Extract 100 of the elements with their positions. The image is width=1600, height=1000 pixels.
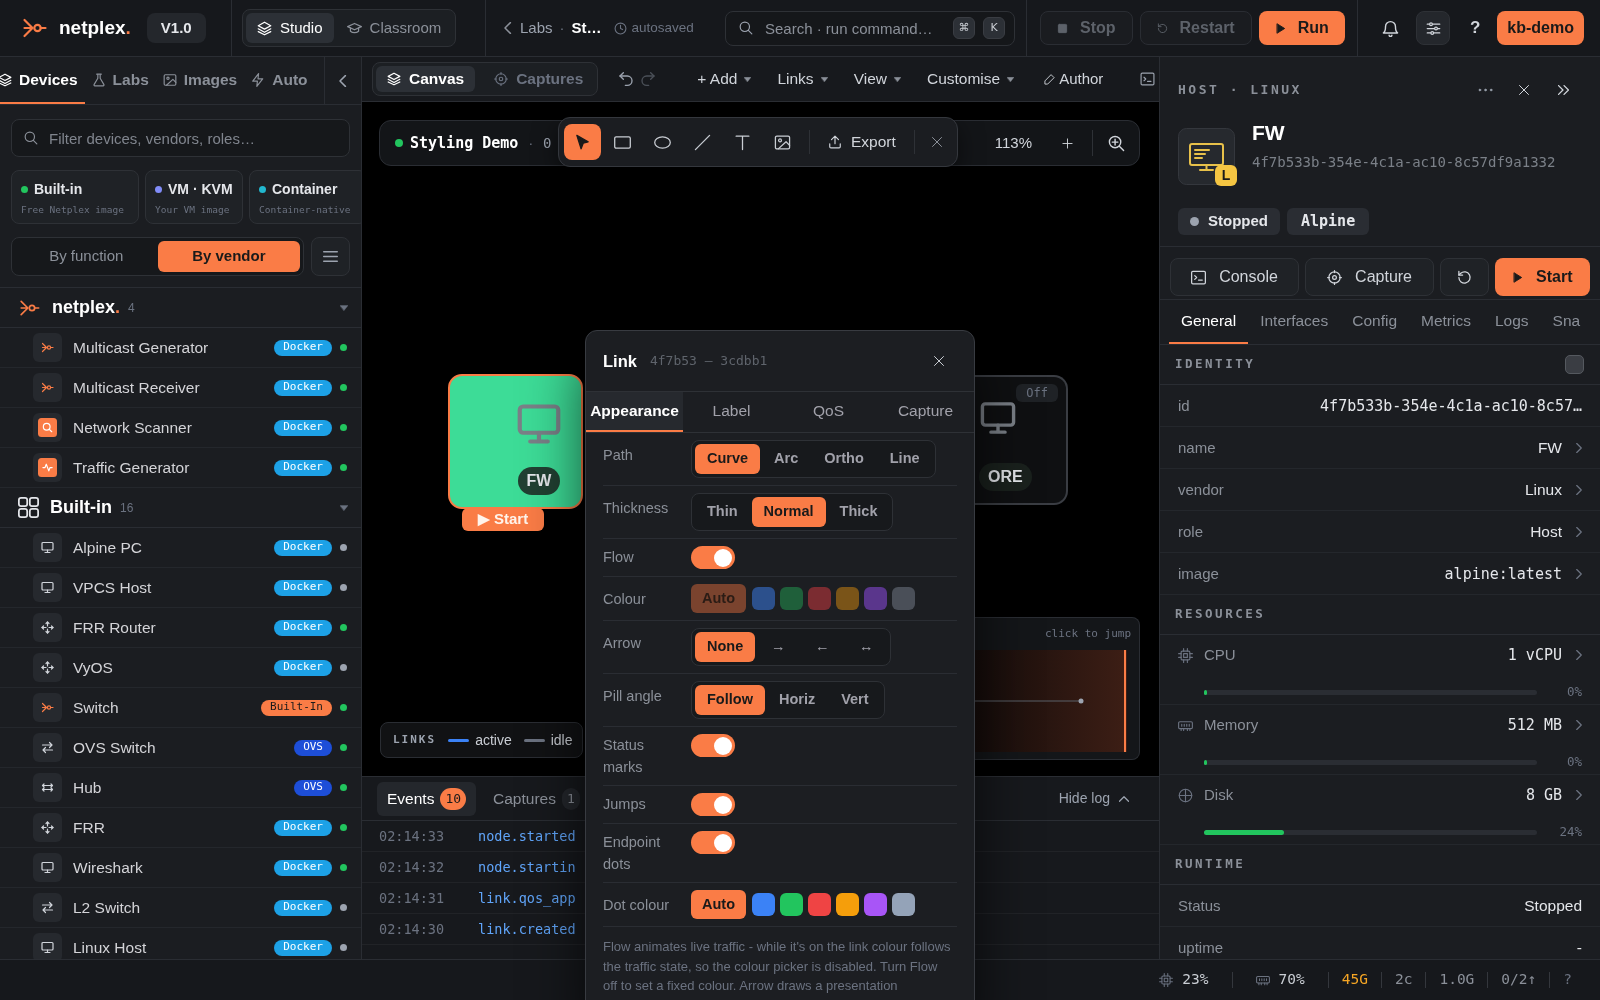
swatch-icon[interactable] (752, 893, 775, 916)
device-node[interactable]: FW (448, 374, 583, 509)
image-source-card[interactable]: Container Container-native (249, 170, 361, 224)
segment-option[interactable]: Arc (762, 444, 811, 474)
device-name[interactable]: Hub (73, 775, 102, 800)
swatch-icon[interactable] (808, 893, 831, 916)
segment-option[interactable]: Horiz (766, 685, 828, 715)
console-button[interactable]: Console (1170, 258, 1300, 296)
device-name[interactable]: VyOS (73, 655, 113, 680)
menu-dropdown[interactable]: + Add (691, 67, 758, 91)
group-name[interactable]: Built-in (50, 494, 112, 521)
device-name[interactable]: Linux Host (73, 935, 147, 959)
account-button[interactable]: kb-demo (1497, 11, 1584, 45)
segment-option[interactable]: Curve (695, 444, 761, 474)
device-name[interactable]: Wireshark (73, 855, 143, 880)
device-name[interactable]: Multicast Receiver (73, 375, 200, 400)
log-tab[interactable]: Events 10 (377, 781, 477, 816)
segment-option[interactable]: Ortho (812, 444, 876, 474)
panel-tab[interactable]: Interfaces (1248, 300, 1341, 344)
group-name[interactable]: netplex. (52, 294, 121, 321)
image-source-card[interactable]: Built-in Free Netplex image (11, 170, 139, 224)
run-button[interactable]: Run (1258, 11, 1345, 45)
property-row[interactable]: role Host (1160, 511, 1600, 553)
menu-button[interactable] (311, 237, 350, 276)
segment-option[interactable]: Follow (695, 685, 765, 715)
sidebar-tab[interactable]: Auto (244, 57, 315, 104)
device-name[interactable]: FRR Router (73, 615, 156, 640)
restart-button[interactable] (1440, 258, 1489, 296)
segment-option[interactable]: Line (877, 444, 932, 474)
swatch-icon[interactable] (892, 893, 915, 916)
panel-tab[interactable]: Metrics (1409, 300, 1483, 344)
device-name[interactable]: VPCS Host (73, 575, 152, 600)
view-tab[interactable]: Canvas (376, 66, 476, 92)
grouping-option[interactable]: By function (15, 241, 158, 272)
device-name[interactable]: Switch (73, 695, 119, 720)
panel-tab[interactable]: Sna (1540, 300, 1593, 344)
menu-dropdown[interactable]: Customise (920, 67, 1021, 91)
auto-colour-button[interactable]: Auto (691, 890, 746, 919)
device-name[interactable]: Alpine PC (73, 535, 142, 560)
hide-log-button[interactable]: Hide log (1058, 788, 1129, 809)
segment-option[interactable]: ← (801, 632, 844, 662)
property-row[interactable]: vendor Linux (1160, 469, 1600, 511)
device-name[interactable]: Traffic Generator (73, 455, 190, 480)
segment-option[interactable]: Thick (827, 497, 890, 527)
settings-button[interactable] (1416, 11, 1450, 45)
resource-value[interactable]: 8 GB (1525, 783, 1562, 807)
segment-option[interactable]: Normal (751, 497, 826, 527)
author-button[interactable]: Author (1044, 67, 1104, 91)
panel-tab[interactable]: General (1169, 300, 1249, 344)
sidebar-tab[interactable]: Labs (84, 57, 156, 104)
segment-option[interactable]: → (757, 632, 800, 662)
grouping-option[interactable]: By vendor (157, 241, 301, 272)
menu-dropdown[interactable]: View (847, 67, 907, 91)
dialog-tab[interactable]: Capture (877, 392, 974, 432)
segment-option[interactable]: Vert (829, 685, 881, 715)
device-name[interactable]: L2 Switch (73, 895, 141, 920)
help-button[interactable]: ? (1470, 15, 1481, 41)
dialog-tab[interactable]: Appearance (586, 392, 683, 432)
breadcrumb-link[interactable]: Labs (520, 16, 553, 40)
sidebar-tab[interactable]: Images (155, 57, 245, 104)
toggle-switch[interactable] (691, 546, 735, 569)
checkbox[interactable] (1565, 355, 1584, 374)
swatch-icon[interactable] (864, 893, 887, 916)
property-row[interactable]: image alpine:latest (1160, 553, 1600, 595)
device-name[interactable]: Multicast Generator (73, 335, 209, 360)
tool-button[interactable] (564, 124, 601, 160)
device-name[interactable]: OVS Switch (73, 735, 156, 760)
dialog-tab[interactable]: Label (683, 392, 780, 432)
image-source-card[interactable]: VM · KVM Your VM image (145, 170, 243, 224)
sidebar-tab[interactable]: Devices (0, 57, 85, 104)
toggle-switch[interactable] (691, 734, 735, 757)
swatch-icon[interactable] (836, 893, 859, 916)
panel-tab[interactable]: Config (1340, 300, 1410, 344)
mode-tab[interactable]: Classroom (335, 13, 453, 43)
export-button[interactable]: Export (818, 124, 906, 160)
segment-option[interactable]: Thin (695, 497, 750, 527)
filter-field[interactable]: Filter devices, vendors, roles… (11, 119, 350, 157)
swatch-icon[interactable] (780, 893, 803, 916)
dialog-tab[interactable]: QoS (780, 392, 877, 432)
menu-dropdown[interactable]: Links (771, 67, 834, 91)
mode-tab[interactable]: Studio (246, 13, 334, 43)
bell-icon[interactable] (1382, 19, 1399, 37)
close-button[interactable] (931, 353, 947, 369)
segment-option[interactable]: ↔ (845, 632, 888, 662)
log-tab[interactable]: Captures 1 (483, 781, 580, 816)
plus-button[interactable] (1060, 136, 1074, 150)
resource-value[interactable]: 512 MB (1507, 713, 1562, 737)
segment-option[interactable]: None (695, 632, 756, 662)
device-name[interactable]: Network Scanner (73, 415, 192, 440)
capture-button[interactable]: Capture (1305, 258, 1435, 296)
device-name[interactable]: FRR (73, 815, 105, 840)
undo-icon[interactable] (618, 72, 635, 86)
toggle-switch[interactable] (691, 793, 735, 816)
resource-value[interactable]: 1 vCPU (1507, 643, 1562, 667)
zoom-in-icon[interactable] (1108, 134, 1125, 152)
property-row[interactable]: name FW (1160, 427, 1600, 469)
toggle-switch[interactable] (691, 831, 735, 854)
panel-tab[interactable]: Logs (1483, 300, 1541, 344)
terminal-icon[interactable] (1140, 72, 1155, 86)
start-button[interactable]: Start (1494, 258, 1590, 296)
